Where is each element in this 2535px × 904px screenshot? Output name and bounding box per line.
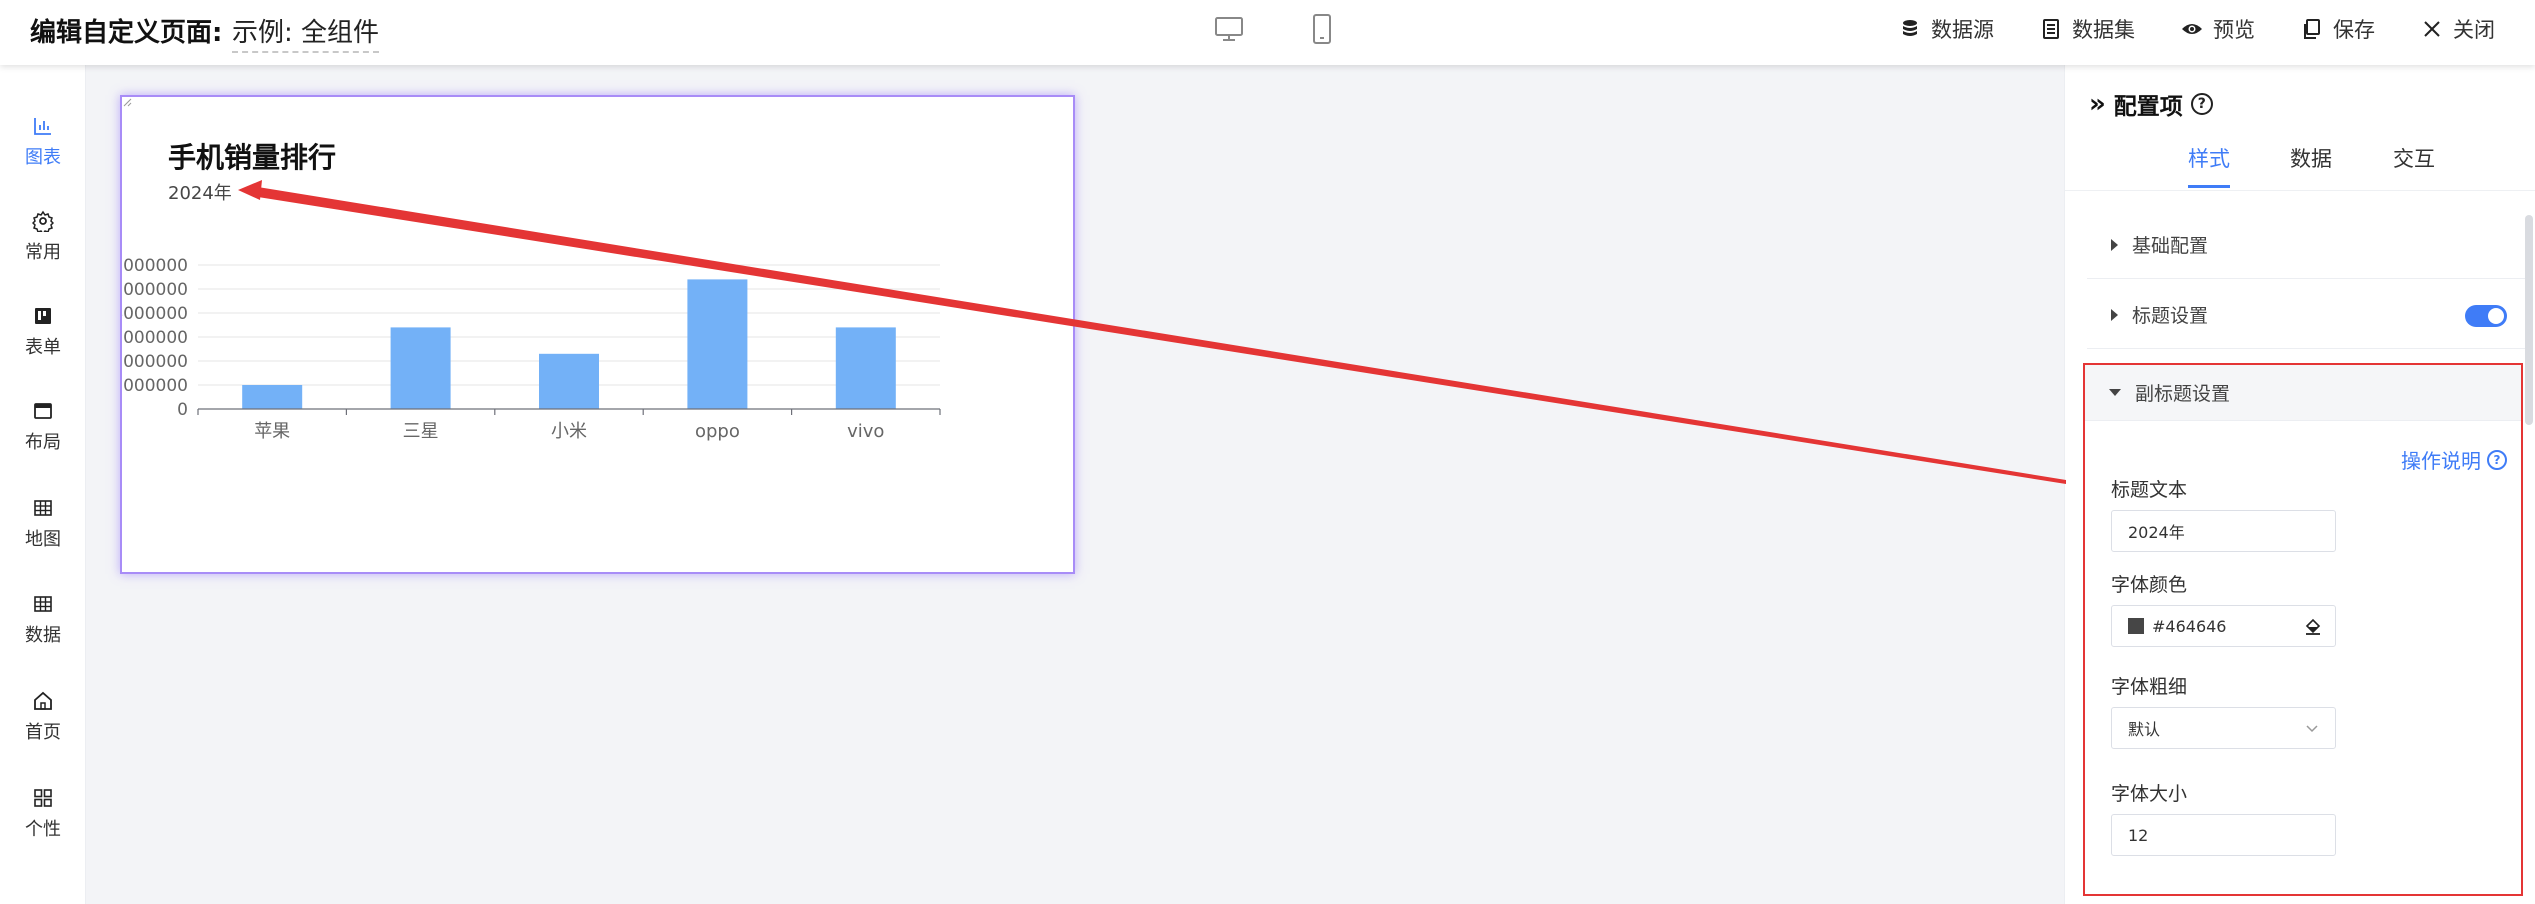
desktop-view-button[interactable]	[1212, 12, 1246, 46]
sidebar-item-map[interactable]: 地图	[0, 497, 86, 567]
close-icon	[2424, 21, 2440, 37]
datasource-button[interactable]: 数据源	[1899, 14, 1994, 44]
config-panel: » 配置项 ? 样式 数据 交互 基础配置 标题设置 副标题设置 操作说明 ? …	[2064, 65, 2535, 904]
map-grid-icon	[34, 500, 52, 516]
app-title: 编辑自定义页面:	[30, 18, 223, 48]
title-toggle-switch[interactable]	[2465, 305, 2507, 327]
panel-scrollbar[interactable]	[2525, 215, 2533, 425]
operation-help-link[interactable]: 操作说明 ?	[2401, 445, 2507, 474]
layout-icon	[34, 403, 52, 419]
tab-data[interactable]: 数据	[2290, 143, 2332, 185]
font-size-label: 字体大小	[2111, 783, 2188, 805]
font-color-label: 字体颜色	[2111, 574, 2188, 596]
header-actions: 数据源 数据集 预览 保存 关闭	[1899, 14, 2495, 44]
collapse-panel-icon[interactable]: »	[2089, 89, 2106, 119]
caret-right-icon	[2111, 238, 2118, 251]
y-tick-label: 3000000	[122, 328, 188, 348]
x-tick-label: 小米	[551, 421, 587, 442]
caret-down-icon	[2109, 389, 2121, 396]
panel-header: » 配置项 ?	[2089, 87, 2213, 121]
component-sidebar: 图表 常用 表单 布局 地图 数据 首页 个性	[0, 65, 86, 904]
font-weight-select[interactable]: 默认	[2111, 707, 2336, 749]
resize-handle-icon[interactable]	[122, 97, 132, 107]
y-tick-label: 6000000	[122, 256, 188, 276]
chart-component-card[interactable]: 手机销量排行 2024年 0 1000000 2000000 3000000 40000…	[120, 95, 1075, 574]
dataset-button[interactable]: 数据集	[2040, 14, 2135, 44]
chart-bar[interactable]	[687, 279, 748, 409]
home-icon	[34, 691, 52, 710]
x-tick-label: 苹果	[254, 421, 290, 442]
sidebar-item-chart[interactable]: 图表	[0, 115, 86, 185]
tab-style[interactable]: 样式	[2188, 143, 2230, 188]
top-bar: 编辑自定义页面: 示例: 全组件 数据源 数据集 预览 保存 关闭	[0, 0, 2535, 65]
form-icon	[35, 308, 51, 324]
sidebar-item-data[interactable]: 数据	[0, 593, 86, 663]
close-button[interactable]: 关闭	[2421, 14, 2495, 44]
save-button[interactable]: 保存	[2301, 14, 2375, 44]
font-weight-label: 字体粗细	[2111, 676, 2188, 698]
panel-tabs: 样式 数据 交互	[2065, 143, 2535, 191]
y-tick-label: 5000000	[122, 280, 188, 300]
subtitle-settings-section: 副标题设置 操作说明 ? 标题文本 2024年 字体颜色 #464646 字体粗…	[2083, 363, 2523, 896]
chart-bar[interactable]	[835, 327, 896, 409]
font-size-input[interactable]: 12	[2111, 814, 2336, 856]
x-tick-label: vivo	[847, 421, 884, 442]
help-icon[interactable]: ?	[2190, 93, 2213, 115]
eye-icon	[2182, 24, 2202, 34]
y-tick-label: 4000000	[122, 304, 188, 324]
help-icon: ?	[2487, 449, 2507, 470]
title-text-input[interactable]: 2024年	[2111, 510, 2336, 552]
sidebar-item-form[interactable]: 表单	[0, 305, 86, 375]
y-tick-label: 0	[177, 400, 188, 420]
save-icon	[2304, 19, 2320, 39]
chart-bar[interactable]	[390, 327, 451, 409]
panel-title: 配置项	[2113, 94, 2183, 120]
title-text-label: 标题文本	[2111, 479, 2188, 501]
monitor-icon	[1215, 17, 1243, 41]
chevron-down-icon	[2306, 725, 2318, 733]
chart-subtitle: 2024年	[168, 183, 232, 204]
y-tick-label: 1000000	[122, 376, 188, 396]
subtitle-section-header[interactable]: 副标题设置	[2085, 365, 2521, 421]
section-title-settings[interactable]: 标题设置	[2087, 281, 2525, 349]
chart-bar[interactable]	[539, 353, 599, 409]
caret-right-icon	[2111, 308, 2118, 321]
tab-interaction[interactable]: 交互	[2393, 143, 2435, 185]
apps-icon	[34, 789, 52, 807]
dataset-icon	[2043, 19, 2059, 39]
x-tick-label: oppo	[695, 421, 740, 442]
bar-chart-icon	[34, 118, 51, 135]
sidebar-item-layout[interactable]: 布局	[0, 400, 86, 470]
bar-chart: 手机销量排行 2024年 0 1000000 2000000 3000000 40000…	[122, 141, 941, 442]
database-icon	[1903, 20, 1917, 36]
font-color-picker[interactable]: #464646	[2111, 605, 2336, 647]
color-swatch	[2128, 618, 2144, 634]
chart-title: 手机销量排行	[168, 141, 336, 174]
sidebar-item-personal[interactable]: 个性	[0, 787, 86, 857]
page-name-editable[interactable]: 示例: 全组件	[232, 12, 380, 53]
sidebar-item-home[interactable]: 首页	[0, 690, 86, 760]
phone-icon	[1313, 14, 1331, 44]
chart-bar[interactable]	[242, 385, 303, 409]
data-grid-icon	[34, 596, 52, 612]
mobile-view-button[interactable]	[1305, 12, 1339, 46]
paint-bucket-icon[interactable]	[2303, 616, 2323, 636]
preview-button[interactable]: 预览	[2181, 14, 2255, 44]
sidebar-item-common[interactable]: 常用	[0, 210, 86, 280]
gear-icon	[32, 210, 54, 232]
x-tick-label: 三星	[403, 421, 439, 442]
y-tick-label: 2000000	[122, 352, 188, 372]
section-basic-config[interactable]: 基础配置	[2087, 211, 2525, 279]
